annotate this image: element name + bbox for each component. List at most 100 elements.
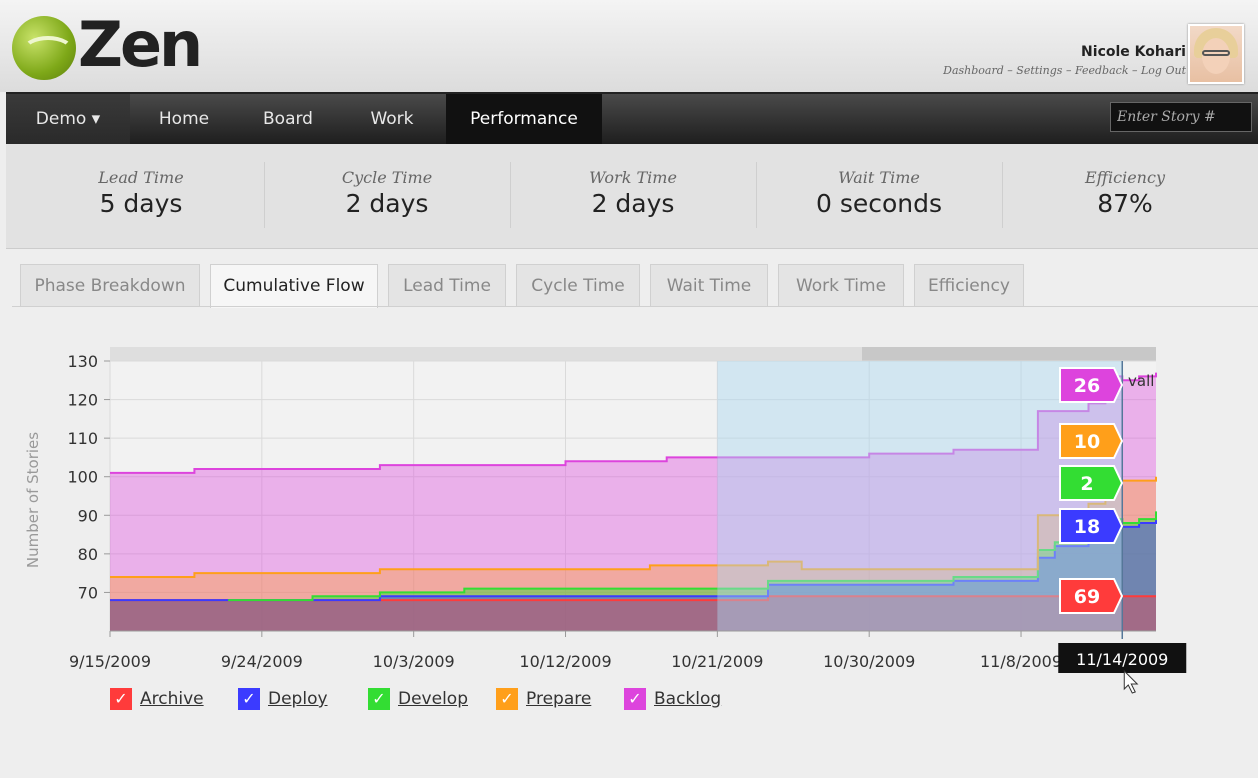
stat-value: 5 days xyxy=(99,189,183,218)
y-tick-label: 110 xyxy=(67,429,98,448)
tab-work-time[interactable]: Work Time xyxy=(778,264,904,306)
stat-label: Lead Time xyxy=(98,168,184,187)
legend-label[interactable]: Archive xyxy=(140,689,204,709)
value-flag-develop xyxy=(1059,465,1124,501)
avatar-face xyxy=(1202,38,1230,74)
tab-cycle-time[interactable]: Cycle Time xyxy=(516,264,640,306)
dashboard-link[interactable]: Dashboard xyxy=(943,64,1004,77)
stat-label: Cycle Time xyxy=(341,168,433,187)
legend-backlog[interactable]: ✓ Backlog xyxy=(624,686,721,712)
hover-date-label: 11/14/2009 xyxy=(1076,650,1168,669)
stat-work-time: Work Time 2 days xyxy=(510,168,756,218)
value-flag-label: 18 xyxy=(1074,516,1100,538)
tab-divider xyxy=(12,306,1258,307)
user-name: Nicole Kohari xyxy=(1081,44,1186,60)
y-tick-label: 130 xyxy=(67,352,98,371)
prepare-area xyxy=(110,476,1156,631)
stat-label: Wait Time xyxy=(838,168,920,187)
stat-label: Efficiency xyxy=(1085,168,1165,187)
legend-label[interactable]: Deploy xyxy=(268,689,328,709)
performance-stats: Lead Time 5 days Cycle Time 2 days Work … xyxy=(6,144,1258,249)
y-tick-label: 90 xyxy=(78,506,98,525)
stat-value: 2 days xyxy=(345,189,429,218)
hover-date-tooltip xyxy=(1058,643,1187,673)
prepare-checkbox-icon[interactable]: ✓ xyxy=(496,688,518,710)
plot-background xyxy=(110,361,1156,631)
archive-checkbox-icon[interactable]: ✓ xyxy=(110,688,132,710)
value-flag-label: 26 xyxy=(1074,375,1100,397)
tab-phase-breakdown[interactable]: Phase Breakdown xyxy=(20,264,200,306)
nav-home[interactable]: Home xyxy=(136,94,232,144)
legend-deploy[interactable]: ✓ Deploy xyxy=(238,686,328,712)
tab-cumulative-flow[interactable]: Cumulative Flow xyxy=(210,264,378,308)
deploy-line xyxy=(110,519,1157,602)
story-number-input[interactable] xyxy=(1110,102,1252,132)
grid-lines xyxy=(109,360,1156,631)
x-axis-ticks: 9/15/2009 9/24/2009 10/3/2009 10/12/2009 10/… xyxy=(69,630,1156,671)
scroll-track[interactable] xyxy=(110,347,1156,361)
x-tick-label: 9/24/2009 xyxy=(221,652,303,671)
nav-board[interactable]: Board xyxy=(242,94,334,144)
deploy-area xyxy=(110,519,1156,631)
backlog-checkbox-icon[interactable]: ✓ xyxy=(624,688,646,710)
user-links: Dashboard – Settings – Feedback – Log Ou… xyxy=(943,64,1186,77)
selection-range[interactable] xyxy=(717,361,1123,631)
tab-efficiency[interactable]: Efficiency xyxy=(914,264,1024,306)
scroll-thumb[interactable] xyxy=(862,347,1156,361)
stat-value: 2 days xyxy=(591,189,675,218)
value-flag-prepare xyxy=(1059,423,1124,459)
stat-cycle-time: Cycle Time 2 days xyxy=(264,168,510,218)
backlog-area xyxy=(110,372,1156,631)
value-flag-label: 69 xyxy=(1074,586,1100,608)
mouse-cursor-icon xyxy=(1123,669,1139,694)
value-flag-backlog xyxy=(1059,367,1124,403)
x-tick-label: 10/30/2009 xyxy=(823,652,915,671)
app-header: Zen Nicole Kohari Dashboard – Settings –… xyxy=(0,0,1258,92)
value-flag-deploy xyxy=(1059,508,1124,544)
y-tick-label: 70 xyxy=(78,583,98,602)
series-areas xyxy=(110,372,1156,631)
nav-performance[interactable]: Performance xyxy=(446,94,602,144)
demo-dropdown[interactable]: Demo ▾ xyxy=(6,94,130,144)
legend-label[interactable]: Backlog xyxy=(654,689,721,709)
deploy-checkbox-icon[interactable]: ✓ xyxy=(238,688,260,710)
tennis-ball-icon xyxy=(12,16,76,80)
legend-develop[interactable]: ✓ Develop xyxy=(368,686,468,712)
x-tick-label: 10/12/2009 xyxy=(519,652,611,671)
legend-label[interactable]: Develop xyxy=(398,689,468,709)
develop-line xyxy=(228,511,1157,602)
stat-label: Work Time xyxy=(589,168,677,187)
stat-wait-time: Wait Time 0 seconds xyxy=(756,168,1002,218)
nav-work[interactable]: Work xyxy=(346,94,438,144)
x-tick-label: 10/21/2009 xyxy=(671,652,763,671)
main-nav: Demo ▾ Home Board Work Performance xyxy=(6,92,1258,144)
y-tick-label: 80 xyxy=(78,545,98,564)
logo-text: Zen xyxy=(78,8,203,81)
y-tick-label: 100 xyxy=(67,468,98,487)
settings-link[interactable]: Settings xyxy=(1016,64,1062,77)
y-axis-label: Number of Stories xyxy=(24,432,42,568)
x-tick-label: 10/3/2009 xyxy=(373,652,455,671)
stat-value: 87% xyxy=(1097,189,1153,218)
prepare-line xyxy=(110,476,1157,578)
legend-archive[interactable]: ✓ Archive xyxy=(110,686,204,712)
develop-checkbox-icon[interactable]: ✓ xyxy=(368,688,390,710)
archive-area xyxy=(110,596,1156,631)
legend-label[interactable]: Prepare xyxy=(526,689,591,709)
avatar[interactable] xyxy=(1188,24,1244,84)
tab-lead-time[interactable]: Lead Time xyxy=(388,264,506,306)
zen-logo[interactable]: Zen xyxy=(12,8,203,84)
x-tick-label: 9/15/2009 xyxy=(69,652,151,671)
legend-prepare[interactable]: ✓ Prepare xyxy=(496,686,591,712)
show-all-overlay[interactable]: vall xyxy=(1128,372,1154,390)
x-tick-label: 11/8/2009 xyxy=(980,652,1062,671)
logout-link[interactable]: Log Out xyxy=(1141,64,1186,77)
value-flag-label: 10 xyxy=(1074,431,1100,453)
feedback-link[interactable]: Feedback xyxy=(1075,64,1129,77)
backlog-line xyxy=(110,372,1157,474)
stat-lead-time: Lead Time 5 days xyxy=(18,168,264,218)
develop-area xyxy=(110,511,1156,631)
tab-wait-time[interactable]: Wait Time xyxy=(650,264,768,306)
value-flag-archive xyxy=(1059,578,1124,614)
hover-marker: 11/14/2009 xyxy=(1058,361,1187,694)
